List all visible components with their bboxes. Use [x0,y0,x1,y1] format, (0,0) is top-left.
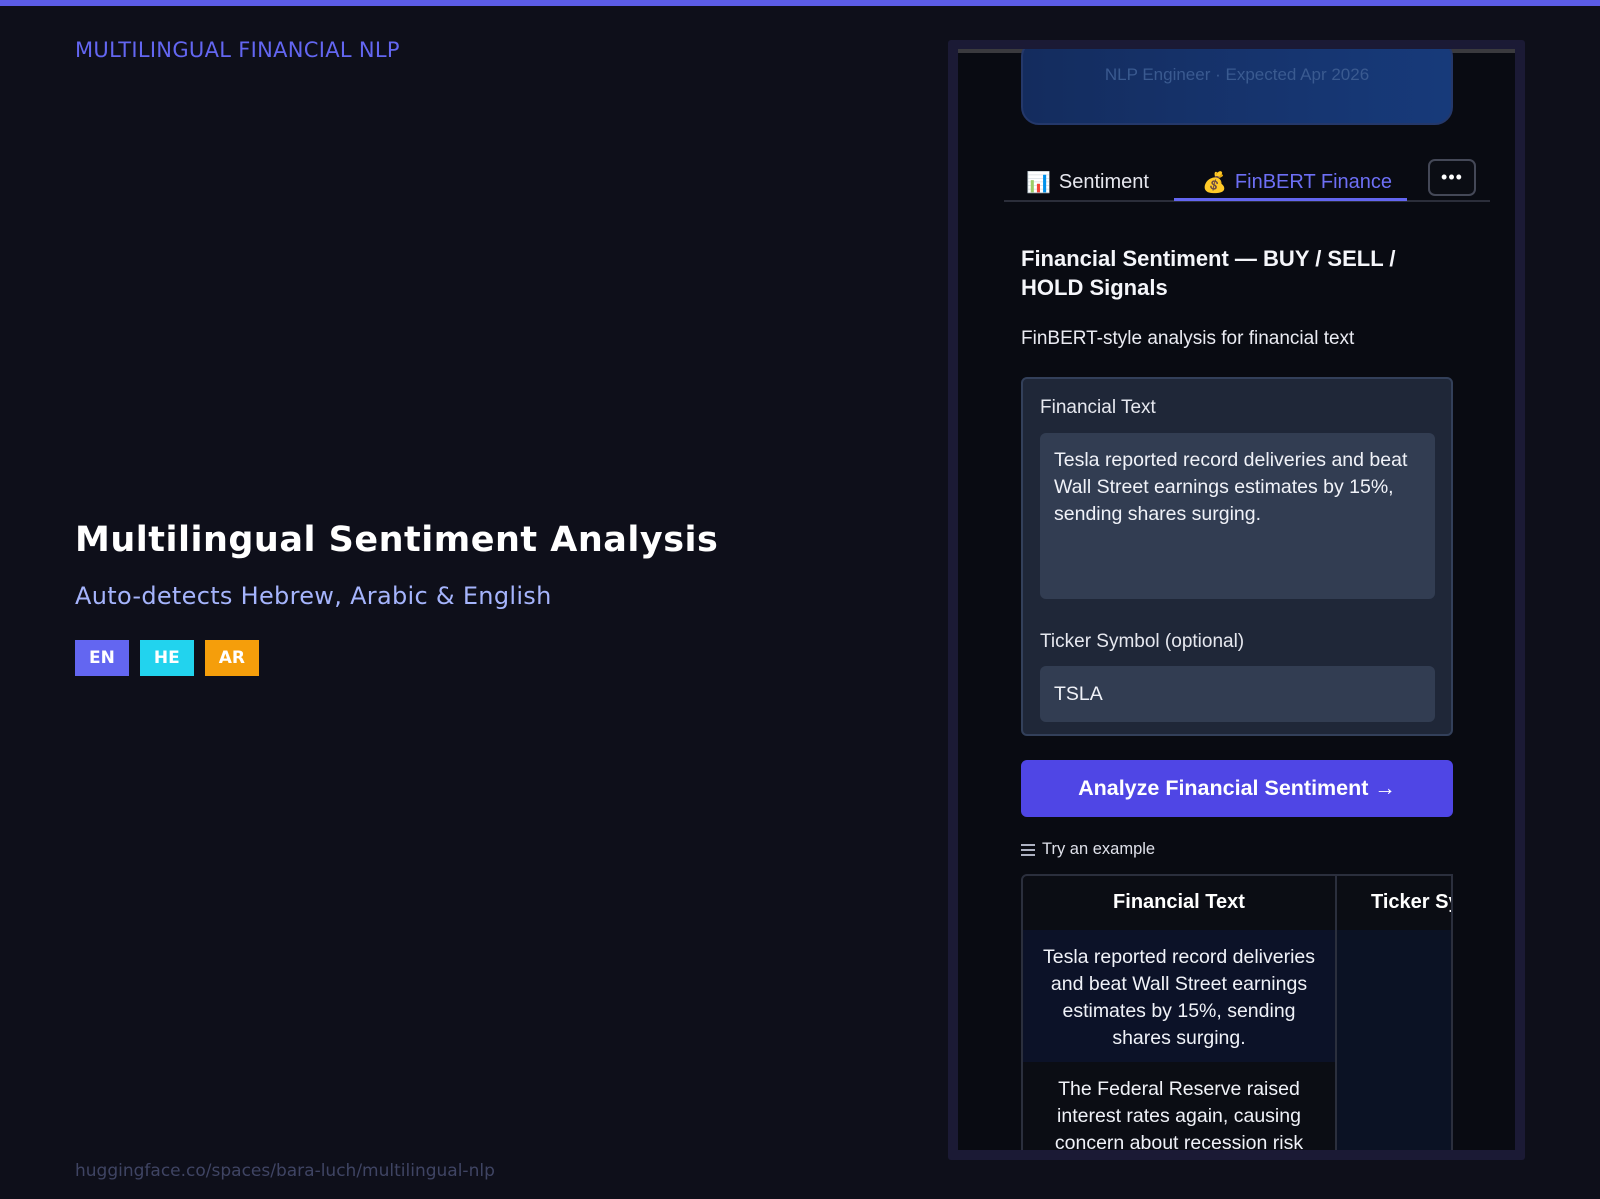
column-divider [1335,876,1337,1150]
example-text-cell: Tesla reported record deliveries and bea… [1042,946,1316,1049]
examples-table: Financial Text Ticker Sy Tesla reported … [1021,874,1453,1150]
tab-bar: 📊 Sentiment 💰 FinBERT Finance ••• [1004,157,1490,202]
hero-section: Multilingual Sentiment Analysis Auto-det… [75,520,718,676]
app-screenshot: NLP Engineer · Expected Apr 2026 📊 Senti… [958,49,1515,1150]
top-accent-bar [0,0,1600,6]
hero-title: Multilingual Sentiment Analysis [75,520,719,560]
tab-finbert-finance[interactable]: 💰 FinBERT Finance [1202,165,1392,200]
financial-text-input[interactable]: Tesla reported record deliveries and bea… [1040,433,1435,599]
badge-he: HE [139,640,194,676]
example-ticker-cell [1337,1062,1451,1150]
ticker-input[interactable]: TSLA [1040,666,1435,722]
examples-heading-label: Try an example [1042,840,1156,858]
examples-heading: Try an example [1021,840,1155,859]
money-bag-icon: 💰 [1202,172,1227,194]
active-tab-indicator [1174,198,1407,201]
badge-ar: AR [204,640,259,676]
hero-subtitle: Auto-detects Hebrew, Arabic & English [75,582,552,610]
tab-sentiment-label: Sentiment [1058,171,1149,193]
profile-card: NLP Engineer · Expected Apr 2026 [1021,49,1453,125]
tab-sentiment[interactable]: 📊 Sentiment [1026,165,1149,200]
footer-url: huggingface.co/spaces/bara-luch/multilin… [75,1161,495,1181]
table-row[interactable]: Tesla reported record deliveries and bea… [1023,930,1451,1062]
input-form: Financial Text Tesla reported record del… [1021,377,1453,736]
financial-text-label: Financial Text [1040,397,1156,418]
brand-label: MULTILINGUAL FINANCIAL NLP [75,38,400,62]
more-tabs-button[interactable]: ••• [1428,159,1476,196]
bar-chart-icon: 📊 [1026,172,1051,194]
example-ticker-cell [1337,930,1451,1062]
language-badges: EN HE AR [75,640,718,676]
profile-subtitle: NLP Engineer · Expected Apr 2026 [1104,65,1370,84]
section-title: Financial Sentiment — BUY / SELL / HOLD … [1021,246,1396,300]
table-row[interactable]: The Federal Reserve raised interest rate… [1023,1062,1451,1150]
section-description: FinBERT-style analysis for financial tex… [1021,328,1355,349]
list-icon [1021,843,1035,856]
column-header-ticker: Ticker Sy [1371,891,1453,913]
ticker-label: Ticker Symbol (optional) [1040,631,1245,652]
tab-finbert-label: FinBERT Finance [1234,171,1393,193]
analyze-button[interactable]: Analyze Financial Sentiment → [1021,760,1453,817]
example-text-cell: The Federal Reserve raised interest rate… [1054,1078,1304,1150]
column-header-financial-text: Financial Text [1113,891,1245,913]
more-icon: ••• [1441,167,1463,187]
badge-en: EN [75,640,129,676]
